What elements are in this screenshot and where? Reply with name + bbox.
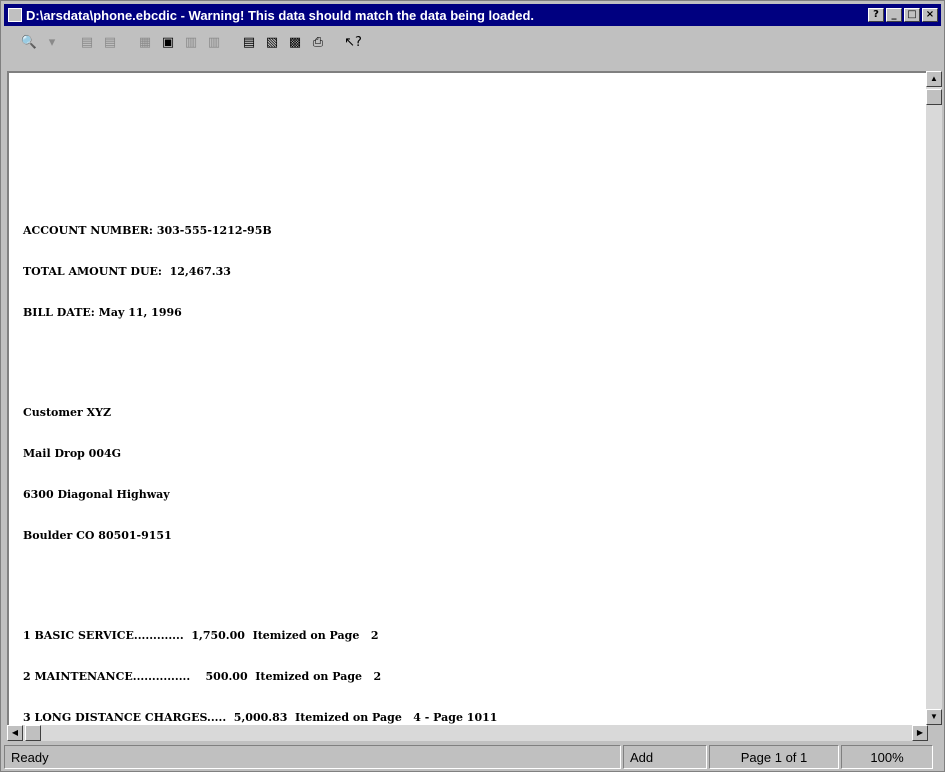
- long-distance-line: 3 LONG DISTANCE CHARGES..... 5,000.83 It…: [23, 711, 498, 724]
- toolbar: 🔍 ▾ ▤ ▤ ▦ ▣ ▥ ▥ ▤ ▧ ▩ ⎙ ↖?: [4, 27, 941, 57]
- bill-date-line: BILL DATE: May 11, 1996: [23, 306, 182, 319]
- horizontal-scrollbar[interactable]: ◀ ▶: [7, 725, 928, 741]
- scroll-left-icon[interactable]: ◀: [7, 725, 23, 741]
- page-icon[interactable]: ▧: [261, 31, 283, 53]
- scroll-down-icon[interactable]: ▼: [926, 709, 942, 725]
- next-icon[interactable]: ▾: [41, 31, 63, 53]
- status-ready: Ready: [4, 745, 621, 769]
- next-page-icon[interactable]: ▤: [99, 31, 121, 53]
- city-line: Boulder CO 80501-9151: [23, 529, 172, 542]
- grid-icon[interactable]: ▦: [134, 31, 156, 53]
- address-line: 6300 Diagonal Highway: [23, 488, 170, 501]
- customer-line: Customer XYZ: [23, 406, 112, 419]
- total-due-line: TOTAL AMOUNT DUE: 12,467.33: [23, 265, 231, 278]
- title-bar[interactable]: D:\arsdata\phone.ebcdic - Warning! This …: [4, 4, 941, 26]
- window-icon[interactable]: ▤: [238, 31, 260, 53]
- maximize-button[interactable]: □: [904, 8, 920, 22]
- mail-drop-line: Mail Drop 004G: [23, 447, 122, 460]
- h-scroll-thumb[interactable]: [25, 725, 41, 741]
- window-title: D:\arsdata\phone.ebcdic - Warning! This …: [26, 7, 535, 23]
- prev-page-icon[interactable]: ▤: [76, 31, 98, 53]
- status-mode: Add: [623, 745, 707, 769]
- status-zoom: 100%: [841, 745, 933, 769]
- minimize-button[interactable]: _: [886, 8, 902, 22]
- scroll-right-icon[interactable]: ▶: [912, 725, 928, 741]
- maintenance-line: 2 MAINTENANCE............... 500.00 Item…: [23, 670, 382, 683]
- find-icon[interactable]: 🔍: [18, 31, 40, 53]
- close-button[interactable]: ×: [922, 8, 938, 22]
- basic-service-line: 1 BASIC SERVICE............. 1,750.00 It…: [23, 629, 379, 642]
- scroll-up-icon[interactable]: ▲: [926, 71, 942, 87]
- options-icon[interactable]: ▩: [284, 31, 306, 53]
- status-bar: Ready Add Page 1 of 1 100%: [4, 745, 941, 769]
- print-icon[interactable]: ⎙: [307, 31, 329, 53]
- help-icon[interactable]: ↖?: [342, 31, 364, 53]
- document-view[interactable]: ACCOUNT NUMBER: 303-555-1212-95B TOTAL A…: [7, 71, 928, 725]
- help-button[interactable]: ?: [868, 8, 884, 22]
- viewer-window: D:\arsdata\phone.ebcdic - Warning! This …: [0, 0, 945, 772]
- view-icon[interactable]: ▣: [157, 31, 179, 53]
- split-icon[interactable]: ▥: [203, 31, 225, 53]
- app-icon: [8, 8, 22, 22]
- columns-icon[interactable]: ▥: [180, 31, 202, 53]
- scroll-thumb[interactable]: [926, 89, 942, 105]
- status-page: Page 1 of 1: [709, 745, 839, 769]
- account-number-line: ACCOUNT NUMBER: 303-555-1212-95B: [23, 224, 272, 237]
- vertical-scrollbar[interactable]: ▲ ▼: [926, 71, 942, 725]
